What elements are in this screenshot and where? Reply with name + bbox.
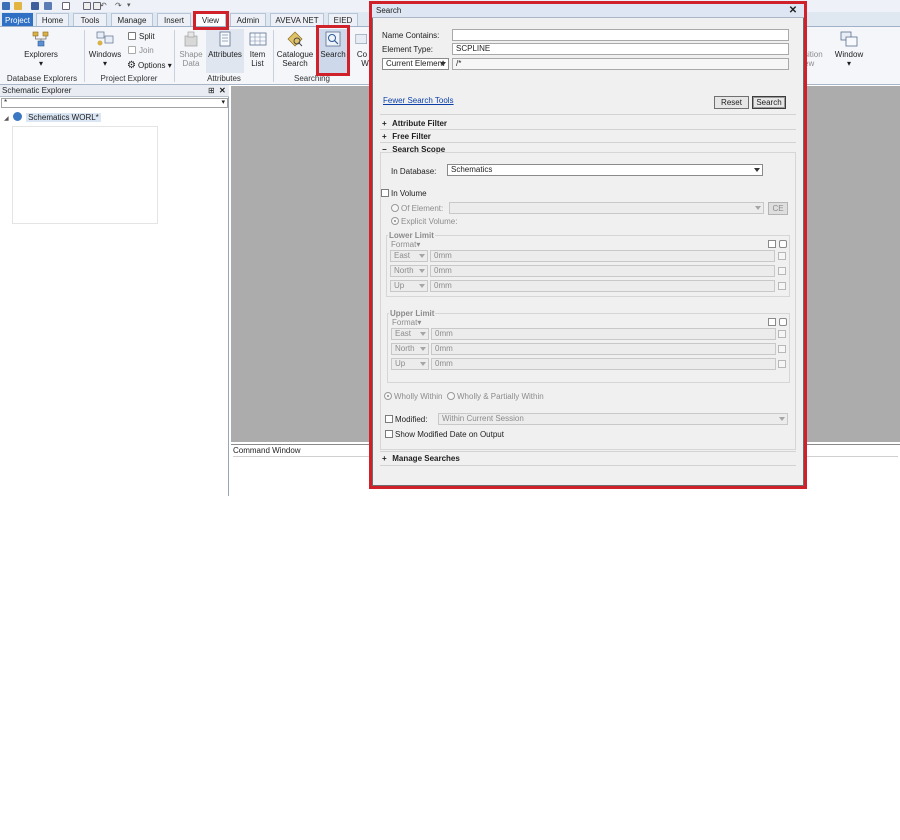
- app-logo-icon[interactable]: [2, 2, 10, 10]
- group-label-database-explorers: Database Explorers: [6, 74, 78, 83]
- shape-data-icon: [184, 31, 198, 47]
- group-label-attributes: Attributes: [207, 74, 241, 83]
- gear-icon: ⚙: [127, 60, 136, 71]
- attributes-button[interactable]: Attributes: [206, 29, 244, 73]
- join-icon: [128, 46, 136, 54]
- highlight-view-tab: [193, 11, 229, 30]
- chevron-down-icon: ▾: [38, 59, 43, 68]
- chevron-down-icon: ▾: [102, 59, 107, 68]
- ribbon-separator: [174, 30, 175, 82]
- item-list-icon: [249, 32, 266, 46]
- copy-icon[interactable]: [83, 2, 91, 10]
- explorers-label: Explorers: [24, 50, 58, 59]
- partial-label-line1: Co: [356, 50, 368, 59]
- join-label: Join: [139, 46, 154, 55]
- customize-dropdown-icon[interactable]: ▾: [127, 2, 135, 10]
- shape-data-button[interactable]: Shape Data: [177, 31, 205, 68]
- shape-data-label-line1: Shape: [179, 50, 203, 59]
- group-label-project-explorer: Project Explorer: [100, 74, 158, 83]
- explorers-button[interactable]: Explorers ▾: [20, 31, 62, 68]
- window-button[interactable]: Window ▾: [832, 31, 866, 68]
- join-button[interactable]: Join: [128, 45, 154, 56]
- pin-icon[interactable]: ⊞: [208, 86, 215, 95]
- tab-admin[interactable]: Admin: [230, 13, 266, 26]
- catalogue-search-button[interactable]: Catalogue Search: [276, 31, 314, 68]
- windows-button[interactable]: Windows ▾: [86, 31, 124, 68]
- close-icon[interactable]: ✕: [219, 86, 226, 95]
- save-icon[interactable]: [31, 2, 39, 10]
- tab-manage[interactable]: Manage: [111, 13, 153, 26]
- command-window-title: Command Window: [233, 446, 301, 455]
- options-button[interactable]: ⚙ Options ▾: [127, 60, 172, 71]
- ribbon-separator: [273, 30, 274, 82]
- window-label: Window: [834, 50, 864, 59]
- split-label: Split: [139, 32, 155, 41]
- item-list-button[interactable]: Item List: [245, 31, 270, 68]
- highlight-search-dialog: [369, 1, 807, 489]
- comment-icon[interactable]: [62, 2, 70, 10]
- tab-home[interactable]: Home: [36, 13, 69, 26]
- save-all-icon[interactable]: [44, 2, 52, 10]
- tab-project[interactable]: Project: [2, 13, 33, 26]
- globe-icon: [12, 112, 22, 121]
- shape-data-label-line2: Data: [182, 59, 200, 68]
- explorer-filter-combo[interactable]: * ▾: [1, 98, 228, 108]
- windows-icon: [96, 31, 114, 46]
- partial-label-line2: W: [361, 59, 369, 68]
- chevron-down-icon: ▾: [221, 99, 225, 106]
- catalogue-search-icon: [287, 31, 303, 47]
- undo-icon[interactable]: ↶: [100, 2, 108, 10]
- window-icon: [840, 31, 858, 47]
- redo-icon[interactable]: ↷: [115, 2, 123, 10]
- tree-item-schematics-world[interactable]: ◢ Schematics WORL*: [4, 112, 101, 124]
- open-folder-icon[interactable]: [14, 2, 22, 10]
- split-icon: [128, 32, 136, 40]
- tab-insert[interactable]: Insert: [157, 13, 191, 26]
- highlight-search-button: [316, 25, 350, 76]
- windows-label: Windows: [88, 50, 122, 59]
- tree-root-label: Schematics WORL*: [26, 113, 101, 122]
- chevron-down-icon: ▾: [846, 59, 851, 68]
- catalogue-search-label-line2: Search: [282, 59, 308, 68]
- explorer-title-bar: Schematic Explorer: [0, 85, 229, 97]
- explorer-title: Schematic Explorer: [2, 86, 72, 95]
- ribbon-separator: [84, 30, 85, 82]
- attributes-icon: [219, 31, 231, 47]
- split-button[interactable]: Split: [128, 31, 155, 42]
- tab-tools[interactable]: Tools: [73, 13, 107, 26]
- tree-expand-icon[interactable]: ◢: [4, 116, 9, 122]
- attributes-label: Attributes: [208, 50, 242, 59]
- position-view-button[interactable]: sition ew: [804, 50, 828, 68]
- explorers-icon: [32, 31, 49, 47]
- options-label: Options: [137, 61, 166, 70]
- partial-icon: [355, 34, 367, 44]
- tree-blank-area: [12, 126, 158, 224]
- catalogue-search-label-line1: Catalogue: [276, 50, 314, 59]
- item-list-label-line2: List: [251, 59, 264, 68]
- chevron-down-icon: ▾: [167, 61, 172, 70]
- explorer-filter-value: *: [4, 98, 8, 107]
- partial-button-behind-dialog[interactable]: Co W: [354, 31, 370, 68]
- item-list-label-line1: Item: [249, 50, 266, 59]
